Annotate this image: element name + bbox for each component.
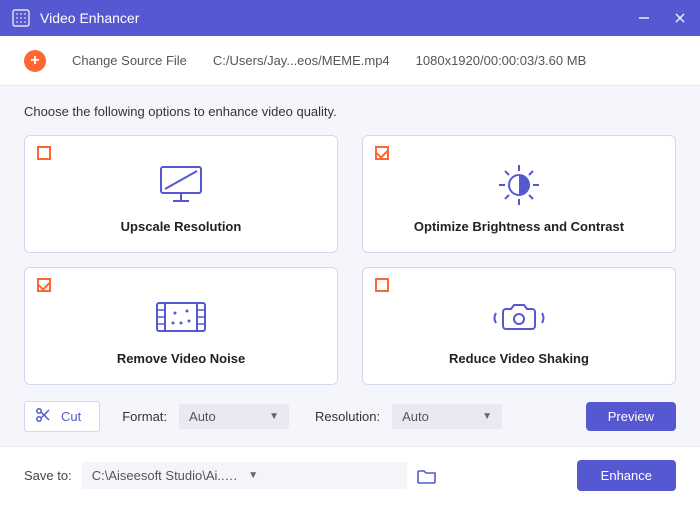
titlebar: Video Enhancer (0, 0, 700, 36)
save-to-label: Save to: (24, 468, 72, 483)
enhance-button[interactable]: Enhance (577, 460, 676, 491)
checkbox-icon[interactable] (375, 146, 389, 160)
source-row: + Change Source File C:/Users/Jay...eos/… (0, 36, 700, 86)
resolution-label: Resolution: (315, 409, 380, 424)
card-upscale-resolution[interactable]: Upscale Resolution (24, 135, 338, 253)
chevron-down-icon: ▼ (269, 411, 279, 422)
card-label: Remove Video Noise (117, 351, 245, 366)
checkbox-icon[interactable] (37, 146, 51, 160)
app-icon (12, 9, 30, 27)
format-value: Auto (189, 409, 216, 424)
change-source-button[interactable]: Change Source File (72, 53, 187, 68)
close-button[interactable] (672, 10, 688, 26)
card-remove-noise[interactable]: Remove Video Noise (24, 267, 338, 385)
resolution-select[interactable]: Auto ▼ (392, 404, 502, 429)
cut-button[interactable]: Cut (24, 401, 100, 432)
minimize-button[interactable] (636, 10, 652, 26)
source-info: 1080x1920/00:00:03/3.60 MB (416, 53, 587, 68)
preview-button[interactable]: Preview (586, 402, 676, 431)
option-cards: Upscale Resolution Optimize Brightness a… (24, 135, 676, 385)
prompt-text: Choose the following options to enhance … (24, 104, 676, 119)
controls-row: Cut Format: Auto ▼ Resolution: Auto ▼ Pr… (24, 401, 676, 432)
source-path: C:/Users/Jay...eos/MEME.mp4 (213, 53, 390, 68)
window-title: Video Enhancer (40, 10, 636, 26)
cut-label: Cut (61, 409, 81, 424)
monitor-icon (152, 161, 210, 209)
resolution-value: Auto (402, 409, 429, 424)
save-path-value: C:\Aiseesoft Studio\Ai...ltimate\Video E… (92, 468, 241, 483)
add-icon[interactable]: + (24, 50, 46, 72)
chevron-down-icon: ▼ (248, 470, 397, 481)
footer: Save to: C:\Aiseesoft Studio\Ai...ltimat… (0, 446, 700, 504)
card-label: Reduce Video Shaking (449, 351, 589, 366)
chevron-down-icon: ▼ (482, 411, 492, 422)
checkbox-icon[interactable] (375, 278, 389, 292)
film-icon (152, 293, 210, 341)
card-label: Optimize Brightness and Contrast (414, 219, 624, 234)
folder-icon[interactable] (417, 468, 437, 484)
content-panel: Choose the following options to enhance … (0, 86, 700, 446)
save-path-select[interactable]: C:\Aiseesoft Studio\Ai...ltimate\Video E… (82, 462, 407, 489)
format-label: Format: (122, 409, 167, 424)
camera-shake-icon (490, 293, 548, 341)
checkbox-icon[interactable] (37, 278, 51, 292)
card-label: Upscale Resolution (121, 219, 242, 234)
brightness-icon (490, 161, 548, 209)
scissors-icon (35, 407, 51, 426)
card-optimize-brightness[interactable]: Optimize Brightness and Contrast (362, 135, 676, 253)
card-reduce-shaking[interactable]: Reduce Video Shaking (362, 267, 676, 385)
format-select[interactable]: Auto ▼ (179, 404, 289, 429)
